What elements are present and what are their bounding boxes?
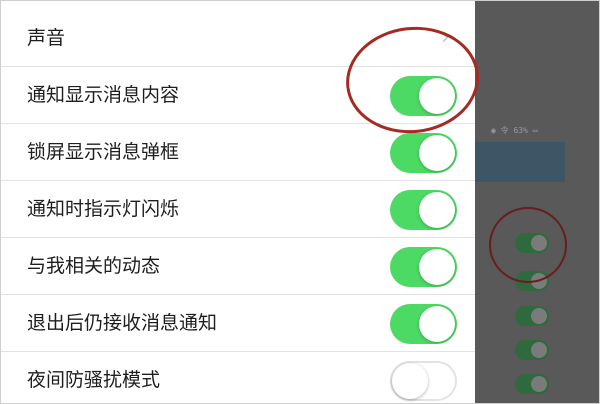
night-mode-toggle[interactable] xyxy=(390,361,457,401)
screenshot-frame: ◉ 令 63% ▭ 声音 › 通知显示消息内容 锁屏显示消息弹框 通知时指示灯闪… xyxy=(0,0,600,404)
related-activity-toggle[interactable] xyxy=(390,247,457,287)
background-toggle xyxy=(515,374,549,394)
toggle-knob xyxy=(392,363,428,399)
toggle-knob xyxy=(419,192,455,228)
background-annotation-circle xyxy=(489,207,567,283)
toggle-knob xyxy=(419,249,455,285)
settings-row-related-activity: 与我相关的动态 xyxy=(1,238,475,295)
led-blink-toggle[interactable] xyxy=(390,190,457,230)
settings-row-night-mode: 夜间防骚扰模式 xyxy=(1,352,475,403)
background-status-bar: ◉ 令 63% ▭ xyxy=(491,126,538,135)
row-label: 通知时指示灯闪烁 xyxy=(27,198,180,220)
receive-after-exit-toggle[interactable] xyxy=(390,304,457,344)
background-toggle xyxy=(515,340,549,360)
toggle-knob xyxy=(419,306,455,342)
row-label: 夜间防骚扰模式 xyxy=(27,369,161,391)
row-label: 声音 xyxy=(27,27,66,49)
settings-row-led-blink: 通知时指示灯闪烁 xyxy=(1,181,475,238)
toggle-knob xyxy=(419,135,455,171)
row-label: 与我相关的动态 xyxy=(27,255,161,277)
background-header-bar xyxy=(475,142,565,182)
background-toggle xyxy=(515,306,549,326)
background-screen: ◉ 令 63% ▭ xyxy=(475,1,599,403)
row-label: 锁屏显示消息弹框 xyxy=(27,141,180,163)
lockscreen-popup-toggle[interactable] xyxy=(390,133,457,173)
settings-row-receive-after-exit: 退出后仍接收消息通知 xyxy=(1,295,475,352)
row-label: 通知显示消息内容 xyxy=(27,84,180,106)
row-label: 退出后仍接收消息通知 xyxy=(27,312,218,334)
